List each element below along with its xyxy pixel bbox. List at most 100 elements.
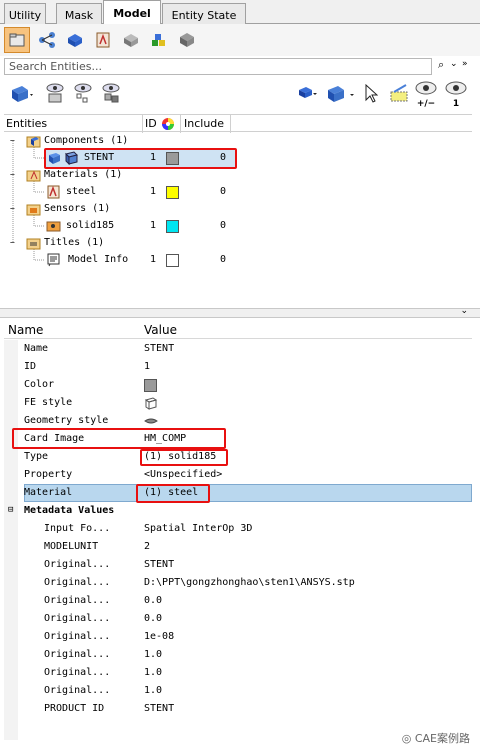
model-view-button[interactable]: [4, 27, 30, 53]
meta-value[interactable]: 0.0: [144, 595, 162, 606]
tree-row-sensors[interactable]: − Sensors (1): [4, 201, 472, 218]
assemblies-button[interactable]: [174, 27, 200, 53]
meta-row[interactable]: MODELUNIT 2: [4, 538, 472, 556]
prop-row-property[interactable]: Property <Unspecified>: [4, 466, 472, 484]
meta-row[interactable]: Original... 0.0: [4, 610, 472, 628]
tab-bar: Utility Mask Model Entity State: [0, 0, 480, 25]
tree-row-model-info[interactable]: Model Info 1 0: [4, 252, 472, 269]
tab-entity-state-label: Entity State: [171, 9, 237, 22]
geometry-shaded-icon[interactable]: [144, 415, 158, 428]
prop-row-fe-style[interactable]: FE style: [4, 394, 472, 412]
prop-row-type[interactable]: Type (1) solid185: [4, 448, 472, 466]
tab-entity-state[interactable]: Entity State: [162, 3, 246, 24]
hierarchy-icon[interactable]: [72, 82, 94, 104]
meta-value[interactable]: D:\PPT\gongzhonghao\sten1\ANSYS.stp: [144, 577, 355, 588]
show-one-button[interactable]: 1: [444, 80, 468, 110]
meta-row[interactable]: Original... 1.0: [4, 664, 472, 682]
components-button[interactable]: [62, 27, 88, 53]
meta-value[interactable]: Spatial InterOp 3D: [144, 523, 252, 534]
meta-row[interactable]: Original... STENT: [4, 556, 472, 574]
component-view-icon[interactable]: [324, 82, 358, 104]
meta-key: Original...: [44, 559, 111, 570]
meta-row[interactable]: Original... 0.0: [4, 592, 472, 610]
review-icon[interactable]: [100, 82, 122, 104]
tree-row-materials[interactable]: − Materials (1): [4, 167, 472, 184]
meta-row[interactable]: Original... D:\PPT\gongzhonghao\sten1\ANS…: [4, 574, 472, 592]
network-icon: [39, 32, 55, 48]
panel-splitter[interactable]: ⌄: [0, 306, 480, 318]
entity-tree-header: Entities ID Include: [4, 114, 472, 133]
name-column-header[interactable]: Name: [8, 323, 43, 337]
meta-value[interactable]: 1.0: [144, 685, 162, 696]
chevron-down-icon[interactable]: ⌄: [460, 306, 468, 316]
materials-button[interactable]: [90, 27, 116, 53]
collapse-toggle[interactable]: ⊟: [8, 505, 13, 515]
color-swatch[interactable]: [144, 379, 157, 392]
id-column-header[interactable]: ID: [145, 117, 157, 130]
meta-row[interactable]: Original... 1e-08: [4, 628, 472, 646]
tree-label: Sensors (1): [44, 203, 111, 214]
prop-row-material[interactable]: Material (1) steel: [4, 484, 472, 502]
prop-value[interactable]: STENT: [144, 343, 174, 354]
wireframe-icon[interactable]: [144, 397, 158, 410]
display-mode-icon[interactable]: [8, 82, 34, 104]
meta-value[interactable]: 1.0: [144, 649, 162, 660]
meta-key: MODELUNIT: [44, 541, 99, 552]
color-mode-icon[interactable]: [296, 84, 318, 102]
meta-row[interactable]: Original... 1.0: [4, 682, 472, 700]
meta-row[interactable]: PRODUCT ID STENT: [4, 700, 472, 718]
meta-value[interactable]: 1e-08: [144, 631, 174, 642]
meta-value[interactable]: STENT: [144, 703, 174, 714]
tree-row-solid185[interactable]: solid185 1 0: [4, 218, 472, 235]
cursor-icon[interactable]: [364, 84, 378, 104]
materials-folder-icon: [26, 170, 41, 182]
prop-key: Property: [24, 469, 73, 480]
tab-model[interactable]: Model: [103, 0, 161, 25]
search-icon[interactable]: ⌕: [438, 58, 444, 72]
tree-label: Model Info: [68, 254, 129, 265]
plusminus-label: +/−: [416, 99, 436, 109]
tree-row-steel[interactable]: steel 1 0: [4, 184, 472, 201]
metadata-section-header[interactable]: ⊟ Metadata Values: [4, 502, 472, 520]
highlight-icon[interactable]: [388, 82, 410, 104]
collapse-toggle[interactable]: −: [10, 204, 15, 213]
meta-value[interactable]: 2: [144, 541, 150, 552]
sets-button[interactable]: [146, 27, 172, 53]
color-swatch[interactable]: [166, 254, 179, 267]
collapse-toggle[interactable]: −: [10, 136, 15, 145]
tab-mask[interactable]: Mask: [56, 3, 102, 24]
show-hide-plusminus-button[interactable]: +/−: [414, 80, 438, 110]
color-swatch[interactable]: [166, 186, 179, 199]
color-wheel-icon[interactable]: [161, 117, 175, 131]
collapse-toggle[interactable]: −: [10, 238, 15, 247]
annotation-box-stent: [44, 148, 237, 169]
meta-value[interactable]: 1.0: [144, 667, 162, 678]
prop-value[interactable]: 1: [144, 361, 150, 372]
tab-utility[interactable]: Utility: [4, 3, 46, 24]
tab-model-label: Model: [113, 7, 151, 20]
entities-column-header[interactable]: Entities: [6, 117, 47, 130]
meta-value[interactable]: 0.0: [144, 613, 162, 624]
search-input[interactable]: Search Entities...: [4, 58, 432, 75]
prop-row-name[interactable]: Name STENT: [4, 340, 472, 358]
meta-value[interactable]: STENT: [144, 559, 174, 570]
property-grid-header: Name Value: [4, 321, 472, 339]
prop-value[interactable]: <Unspecified>: [144, 469, 222, 480]
prop-row-id[interactable]: ID 1: [4, 358, 472, 376]
chevron-down-icon[interactable]: ⌄: [450, 59, 458, 69]
properties-button[interactable]: [118, 27, 144, 53]
collapse-icon[interactable]: »: [462, 59, 468, 69]
material-icon: [47, 185, 60, 199]
collapse-toggle[interactable]: −: [10, 170, 15, 179]
isolate-icon[interactable]: [44, 82, 66, 104]
tree-row-titles[interactable]: − Titles (1): [4, 235, 472, 252]
tree-label: steel: [66, 186, 97, 197]
include-column-header[interactable]: Include: [184, 117, 224, 130]
meta-row[interactable]: Original... 1.0: [4, 646, 472, 664]
one-label: 1: [452, 99, 460, 109]
prop-row-color[interactable]: Color: [4, 376, 472, 394]
connections-button[interactable]: [34, 27, 60, 53]
meta-row[interactable]: Input Fo... Spatial InterOp 3D: [4, 520, 472, 538]
color-swatch[interactable]: [166, 220, 179, 233]
value-column-header[interactable]: Value: [144, 323, 177, 337]
